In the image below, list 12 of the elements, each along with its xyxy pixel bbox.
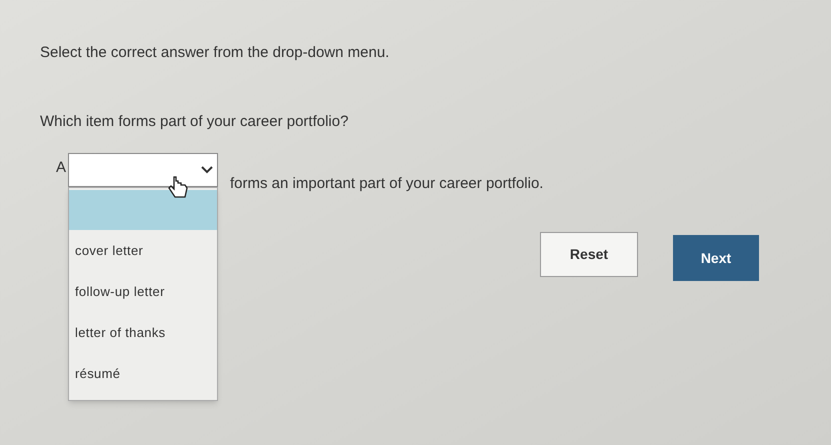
dropdown-option[interactable]: letter of thanks	[69, 312, 217, 353]
dropdown-option[interactable]: cover letter	[69, 230, 217, 271]
dropdown-field[interactable]	[68, 153, 218, 187]
sentence-text: A	[55, 158, 68, 178]
chevron-down-icon	[201, 166, 213, 174]
next-button[interactable]: Next	[673, 235, 759, 281]
reset-button[interactable]: Reset	[540, 232, 638, 277]
question-text: Which item forms part of your career portfolio?	[40, 112, 350, 132]
dropdown-option[interactable]: résumé	[69, 353, 217, 394]
instruction-text: Select the correct answer from the drop-down menu.	[40, 43, 390, 63]
sentence-text: forms an important part of your career portfolio.	[229, 174, 544, 194]
dropdown-option[interactable]: follow-up letter	[69, 271, 217, 312]
